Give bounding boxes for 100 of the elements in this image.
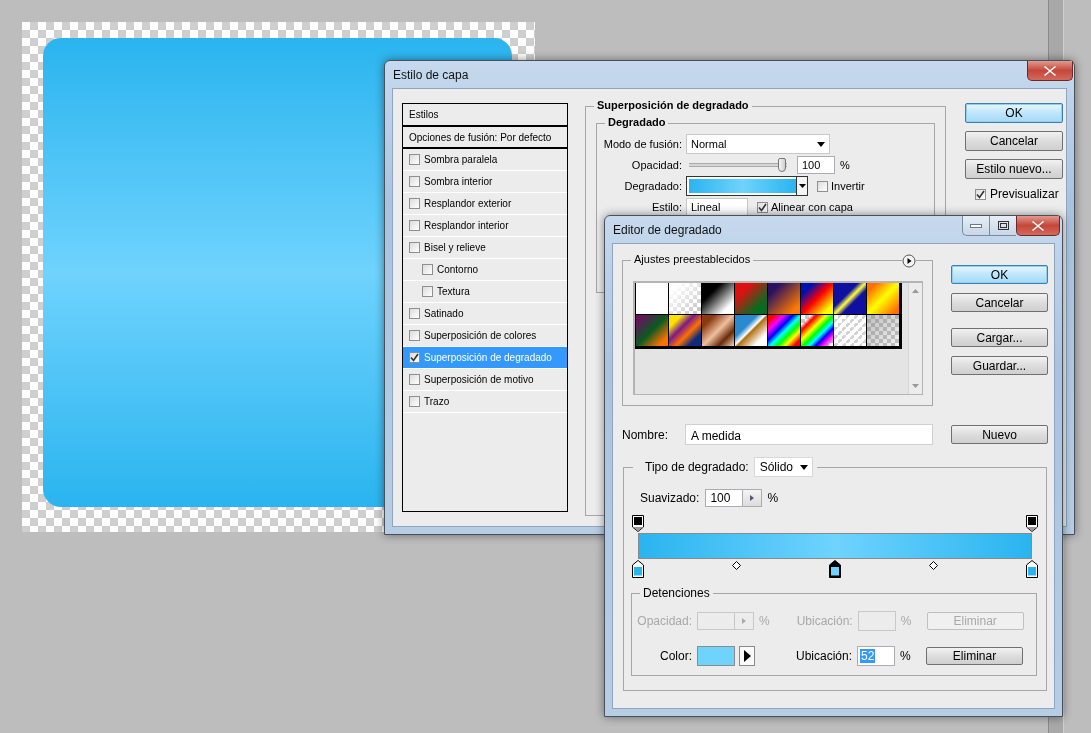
preset-swatch[interactable] (801, 315, 833, 346)
style-item[interactable]: Sombra interior (403, 171, 567, 193)
checkbox[interactable] (409, 198, 420, 209)
dropdown-value: Lineal (691, 201, 721, 213)
scroll-up-icon[interactable] (912, 289, 919, 293)
field-label: Color: (659, 648, 693, 663)
checkbox[interactable] (409, 308, 420, 319)
checkbox[interactable] (409, 330, 420, 341)
style-label: Contorno (437, 264, 479, 275)
menu-arrow-icon[interactable] (902, 254, 916, 268)
dialog-button[interactable]: OK (951, 265, 1048, 284)
color-stop[interactable] (632, 560, 644, 578)
triangle-icon (750, 495, 755, 501)
arrow-button[interactable] (739, 645, 755, 666)
preset-swatch[interactable] (669, 315, 701, 346)
delete-button[interactable]: Eliminar (926, 646, 1023, 665)
opacity-input[interactable] (697, 611, 735, 630)
checkbox[interactable] (757, 201, 768, 213)
checkbox[interactable] (422, 286, 433, 297)
minimize-button[interactable] (962, 216, 989, 236)
checkbox[interactable] (975, 188, 986, 200)
preset-swatch[interactable] (834, 283, 866, 314)
close-icon (1044, 65, 1056, 76)
midpoint-icon[interactable] (929, 561, 938, 570)
color-stop[interactable] (829, 560, 841, 578)
style-item[interactable]: Resplandor interior (403, 215, 567, 237)
opacity-input[interactable]: 100 (797, 156, 835, 174)
checkbox[interactable] (409, 220, 420, 231)
caret-icon (798, 184, 806, 188)
checkbox[interactable] (409, 154, 420, 165)
style-item[interactable]: Superposición de motivo (403, 369, 567, 391)
preset-swatch[interactable] (768, 315, 800, 346)
field-label: Tipo de degradado: (645, 460, 749, 474)
preset-swatch[interactable] (801, 283, 833, 314)
preset-swatch[interactable] (636, 283, 668, 314)
scroll-down-icon[interactable] (912, 384, 919, 388)
blend-mode-dropdown[interactable]: Normal (686, 134, 830, 154)
slider-thumb[interactable] (778, 158, 786, 172)
dialog-button[interactable]: OK (965, 103, 1063, 123)
checkbox[interactable] (409, 374, 420, 385)
style-item[interactable]: Satinado (403, 303, 567, 325)
style-label: Resplandor interior (424, 220, 509, 231)
list-header[interactable]: Estilos (403, 104, 567, 127)
close-icon (1032, 220, 1044, 231)
scrollbar[interactable] (908, 283, 922, 394)
midpoint-icon[interactable] (732, 561, 741, 570)
preset-swatch[interactable] (735, 283, 767, 314)
opacity-stop[interactable] (1026, 515, 1038, 532)
blend-options-item[interactable]: Opciones de fusión: Por defecto (403, 127, 567, 149)
field-label: Opacidad: (630, 159, 683, 171)
style-item[interactable]: Trazo (403, 391, 567, 413)
style-item[interactable]: Textura (403, 281, 567, 303)
preset-swatch[interactable] (768, 283, 800, 314)
checkbox-label: Alinear con capa (771, 201, 853, 213)
checkbox[interactable] (409, 396, 420, 407)
close-button[interactable] (1027, 61, 1073, 81)
location-input[interactable] (857, 610, 896, 631)
style-label: Bisel y relieve (424, 242, 486, 253)
checkbox[interactable] (409, 176, 420, 187)
smoothness-input[interactable]: 100 (705, 489, 744, 507)
opacity-stop[interactable] (632, 515, 644, 532)
style-item[interactable]: Contorno (403, 259, 567, 281)
dialog-button[interactable]: Guardar... (951, 356, 1048, 375)
caret-icon (817, 141, 825, 147)
field-label: Ubicación: (794, 648, 853, 663)
preset-swatch[interactable] (669, 283, 701, 314)
maximize-button[interactable] (989, 216, 1016, 236)
checkbox-label: Previsualizar (990, 187, 1059, 201)
checkbox[interactable] (409, 352, 420, 363)
checkbox[interactable] (409, 242, 420, 253)
preset-swatch[interactable] (867, 283, 899, 314)
window-title: Editor de degradado (613, 223, 722, 237)
field-label: Opacidad: (636, 613, 693, 628)
style-item[interactable]: Sombra paralela (403, 149, 567, 171)
gradient-type-dropdown[interactable]: Sólido (753, 457, 813, 477)
preset-swatch[interactable] (735, 315, 767, 346)
dialog-button[interactable]: Cancelar (951, 293, 1048, 312)
style-item[interactable]: Resplandor exterior (403, 193, 567, 215)
checkbox-label: Invertir (831, 180, 865, 192)
style-dropdown[interactable]: Lineal (686, 198, 748, 216)
name-input[interactable]: A medida (685, 424, 933, 445)
color-stop[interactable] (1026, 560, 1038, 578)
dialog-button[interactable]: Estilo nuevo... (965, 159, 1063, 179)
gradient-picker[interactable] (686, 176, 808, 196)
preset-swatch[interactable] (834, 315, 866, 346)
preset-swatch[interactable] (702, 283, 734, 314)
style-item[interactable]: Bisel y relieve (403, 237, 567, 259)
close-button[interactable] (1016, 216, 1060, 236)
dialog-button[interactable]: Cancelar (965, 131, 1063, 151)
color-swatch[interactable] (697, 645, 735, 666)
group-title: Degradado (605, 116, 669, 128)
preset-swatch[interactable] (867, 315, 899, 346)
checkbox[interactable] (817, 180, 828, 192)
dialog-button[interactable]: Cargar... (951, 328, 1048, 347)
triangle-icon (743, 649, 751, 662)
checkbox[interactable] (422, 264, 433, 275)
new-button[interactable]: Nuevo (951, 425, 1048, 444)
preset-swatch[interactable] (702, 315, 734, 346)
preset-swatch[interactable] (636, 315, 668, 346)
spinner-button[interactable] (743, 489, 763, 507)
